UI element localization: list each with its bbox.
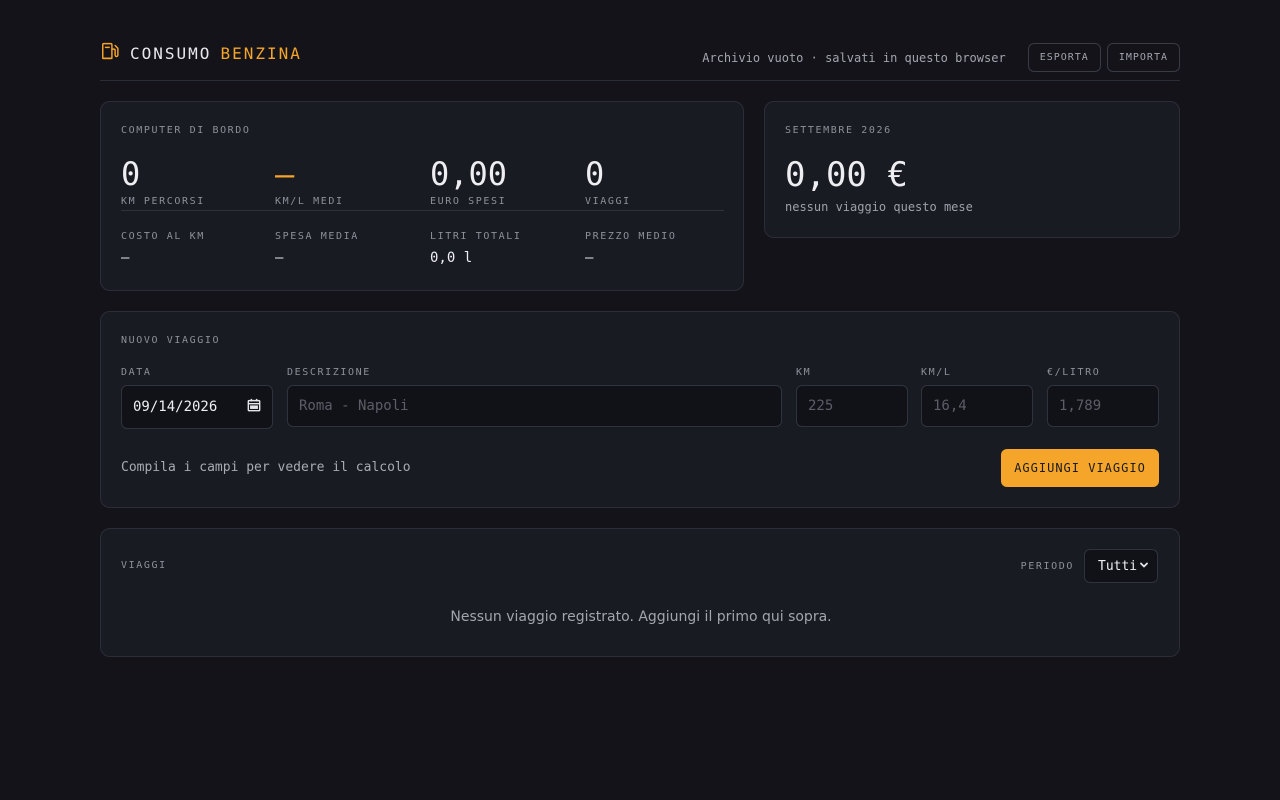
stat-euro-spent: 0,00 EURO SPESI — [430, 158, 507, 207]
brand: CONSUMO BENZINA — [100, 40, 302, 66]
calendar-icon[interactable] — [247, 398, 261, 416]
stat-label: EURO SPESI — [430, 196, 507, 207]
chevron-down-icon — [1139, 559, 1149, 574]
trips-card: VIAGGI PERIODO Tutti Nessun viaggio regi… — [100, 528, 1180, 657]
date-field: DATA 09/14/2026 — [121, 367, 273, 429]
export-button[interactable]: ESPORTA — [1027, 43, 1101, 72]
add-trip-button[interactable]: AGGIUNGI VIAGGIO — [1001, 449, 1159, 487]
import-button[interactable]: IMPORTA — [1106, 43, 1180, 72]
substat-label: SPESA MEDIA — [275, 231, 359, 242]
substat-value: — — [275, 250, 284, 266]
stat-value: 0 — [585, 155, 605, 193]
stat-label: KM PERCORSI — [121, 196, 205, 207]
stat-value: — — [275, 155, 295, 193]
month-amount: 0,00 € — [785, 155, 908, 195]
date-input[interactable]: 09/14/2026 — [121, 385, 273, 429]
stat-trips: 0 VIAGGI — [585, 158, 631, 207]
substat-cost-per-km: COSTO AL KM — — [121, 231, 205, 266]
substat-value: — — [585, 250, 594, 266]
month-summary-card: SETTEMBRE 2026 0,00 € nessun viaggio que… — [764, 101, 1180, 238]
substat-total-liters: LITRI TOTALI 0,0 l — [430, 231, 521, 266]
period-label: PERIODO — [1020, 560, 1074, 572]
archive-status: Archivio vuoto · salvati in questo brows… — [702, 50, 1006, 65]
brand-accent: BENZINA — [220, 43, 302, 63]
field-label: DESCRIZIONE — [287, 367, 371, 378]
field-label: KM/L — [921, 367, 952, 378]
field-label: €/LITRO — [1047, 367, 1101, 378]
substat-label: LITRI TOTALI — [430, 231, 522, 242]
description-input[interactable] — [287, 385, 782, 427]
substat-label: PREZZO MEDIO — [585, 231, 677, 242]
km-field: KM — [796, 367, 908, 427]
trip-computer-card: COMPUTER DI BORDO 0 KM PERCORSI — KM/L M… — [100, 101, 744, 291]
price-input[interactable] — [1047, 385, 1159, 427]
description-field: DESCRIZIONE — [287, 367, 782, 427]
substat-avg-spend: SPESA MEDIA — — [275, 231, 359, 266]
stat-value: 0 — [121, 155, 141, 193]
substat-value: 0,0 l — [430, 250, 473, 266]
new-trip-card: NUOVO VIAGGIO DATA 09/14/2026 DESCRIZION… — [100, 311, 1180, 508]
substat-value: — — [121, 250, 130, 266]
divider — [121, 210, 724, 211]
field-label: KM — [796, 367, 812, 378]
header-actions: Archivio vuoto · salvati in questo brows… — [702, 43, 1180, 72]
stat-value: 0,00 — [430, 155, 508, 193]
kml-input[interactable] — [921, 385, 1033, 427]
app-title: CONSUMO BENZINA — [130, 44, 302, 63]
card-title: COMPUTER DI BORDO — [121, 125, 251, 136]
calculation-hint: Compila i campi per vedere il calcolo — [121, 460, 411, 475]
field-label: DATA — [121, 367, 152, 378]
km-input[interactable] — [796, 385, 908, 427]
stat-km-total: 0 KM PERCORSI — [121, 158, 205, 207]
stat-kml-avg: — KM/L MEDI — [275, 158, 344, 207]
fuel-pump-icon — [100, 40, 122, 66]
empty-state: Nessun viaggio registrato. Aggiungi il p… — [450, 609, 832, 625]
month-title: SETTEMBRE 2026 — [785, 125, 892, 136]
period-select[interactable]: Tutti — [1084, 549, 1158, 583]
price-field: €/LITRO — [1047, 367, 1159, 427]
month-note: nessun viaggio questo mese — [785, 200, 973, 214]
stat-label: VIAGGI — [585, 196, 631, 207]
substat-label: COSTO AL KM — [121, 231, 205, 242]
date-value: 09/14/2026 — [133, 399, 218, 415]
card-title: VIAGGI — [121, 560, 167, 571]
period-selected: Tutti — [1098, 558, 1138, 574]
period-filter: PERIODO Tutti — [1021, 549, 1158, 583]
stat-label: KM/L MEDI — [275, 196, 344, 207]
kml-field: KM/L — [921, 367, 1033, 427]
header: CONSUMO BENZINA Archivio vuoto · salvati … — [100, 36, 1180, 81]
brand-main: CONSUMO — [130, 43, 212, 63]
card-title: NUOVO VIAGGIO — [121, 335, 221, 346]
substat-avg-price: PREZZO MEDIO — — [585, 231, 676, 266]
